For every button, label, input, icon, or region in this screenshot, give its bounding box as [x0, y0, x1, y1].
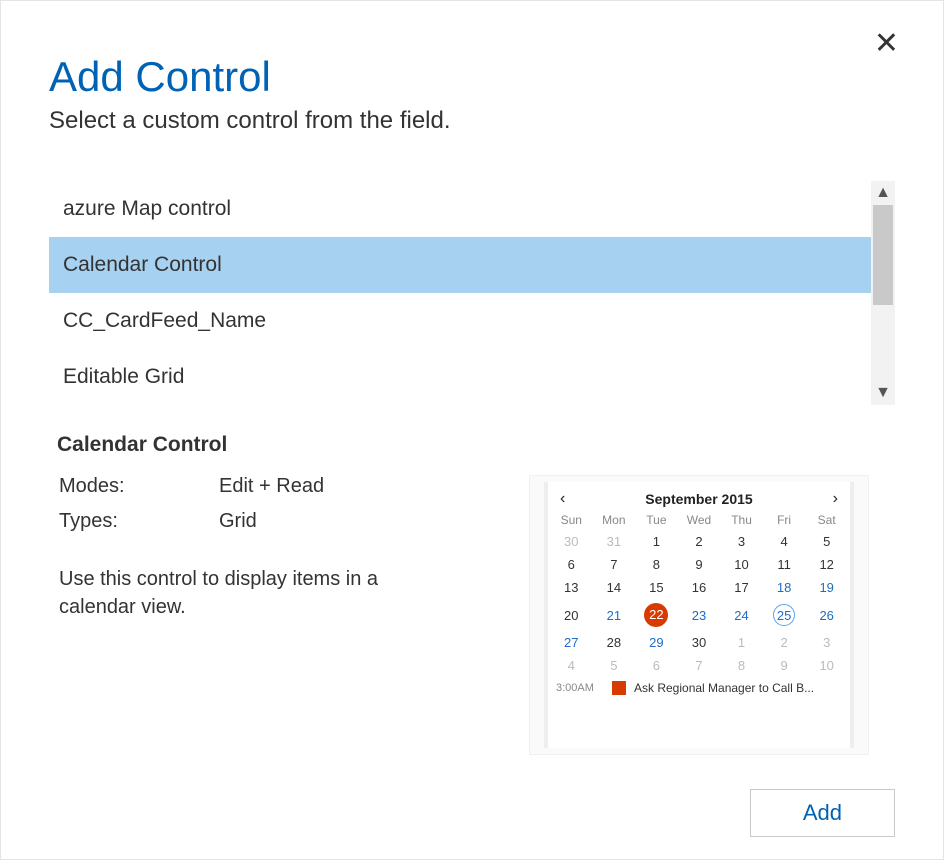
chevron-down-icon: ▼ — [875, 384, 891, 402]
close-icon: ✕ — [874, 27, 899, 60]
calendar-day-cell[interactable]: 6 — [550, 553, 593, 576]
calendar-day-cell[interactable]: 30 — [550, 530, 593, 553]
calendar-day-cell[interactable]: 7 — [678, 654, 721, 677]
calendar-day-cell[interactable]: 3 — [720, 530, 763, 553]
calendar-day-cell[interactable]: 15 — [635, 576, 678, 599]
control-list-items: azure Map controlCalendar ControlCC_Card… — [49, 181, 871, 405]
selected-control-name: Calendar Control — [57, 433, 895, 457]
calendar-day-cell[interactable]: 5 — [805, 530, 848, 553]
calendar-weekday-label: Sun — [550, 510, 593, 530]
calendar-day-cell[interactable]: 2 — [763, 631, 806, 654]
add-button[interactable]: Add — [750, 789, 895, 837]
calendar-month-label: September 2015 — [645, 491, 752, 507]
calendar-day-cell[interactable]: 4 — [550, 654, 593, 677]
calendar-weekday-label: Mon — [593, 510, 636, 530]
calendar-day-cell[interactable]: 1 — [720, 631, 763, 654]
calendar-weekday-label: Fri — [763, 510, 806, 530]
calendar-day-cell[interactable]: 17 — [720, 576, 763, 599]
calendar-day-cell[interactable]: 31 — [593, 530, 636, 553]
calendar-weekday-label: Sat — [805, 510, 848, 530]
calendar-day-cell[interactable]: 27 — [550, 631, 593, 654]
calendar-day-cell[interactable]: 14 — [593, 576, 636, 599]
close-button[interactable]: ✕ — [874, 29, 899, 59]
dialog-subtitle: Select a custom control from the field. — [49, 107, 895, 135]
calendar-day-cell[interactable]: 29 — [635, 631, 678, 654]
calendar-day-cell[interactable]: 8 — [720, 654, 763, 677]
calendar-day-cell[interactable]: 3 — [805, 631, 848, 654]
calendar-day-cell[interactable]: 19 — [805, 576, 848, 599]
dialog-title: Add Control — [49, 53, 895, 101]
detail-text: Modes: Edit + Read Types: Grid Use this … — [49, 475, 489, 755]
calendar-day-cell[interactable]: 5 — [593, 654, 636, 677]
control-list: azure Map controlCalendar ControlCC_Card… — [49, 181, 895, 405]
calendar-day-cell[interactable]: 6 — [635, 654, 678, 677]
calendar-event-row[interactable]: 3:00AM Ask Regional Manager to Call B... — [550, 677, 848, 699]
detail-section: Modes: Edit + Read Types: Grid Use this … — [49, 475, 895, 755]
scroll-up-button[interactable]: ▲ — [871, 181, 895, 205]
calendar-day-cell[interactable]: 24 — [720, 599, 763, 631]
calendar-day-cell[interactable]: 13 — [550, 576, 593, 599]
scroll-track[interactable] — [871, 205, 895, 381]
control-list-item[interactable]: Editable Grid — [49, 349, 871, 405]
dialog-footer: Add — [750, 789, 895, 837]
calendar-day-cell[interactable]: 22 — [635, 599, 678, 631]
calendar: ‹ September 2015 › SunMonTueWedThuFriSat… — [548, 482, 850, 748]
calendar-day-cell[interactable]: 10 — [805, 654, 848, 677]
calendar-preview: ‹ September 2015 › SunMonTueWedThuFriSat… — [529, 475, 869, 755]
calendar-day-cell[interactable]: 10 — [720, 553, 763, 576]
calendar-day-cell[interactable]: 7 — [593, 553, 636, 576]
control-list-item[interactable]: Calendar Control — [49, 237, 871, 293]
event-icon — [612, 681, 626, 695]
chevron-up-icon: ▲ — [875, 184, 891, 202]
detail-description: Use this control to display items in a c… — [59, 565, 419, 621]
event-text: Ask Regional Manager to Call B... — [634, 681, 842, 695]
scroll-down-button[interactable]: ▼ — [871, 381, 895, 405]
calendar-day-cell[interactable]: 12 — [805, 553, 848, 576]
calendar-weekday-label: Wed — [678, 510, 721, 530]
calendar-day-cell[interactable]: 23 — [678, 599, 721, 631]
chevron-right-icon: › — [833, 490, 838, 507]
calendar-day-cell[interactable]: 9 — [763, 654, 806, 677]
calendar-weekday-label: Tue — [635, 510, 678, 530]
calendar-day-cell[interactable]: 18 — [763, 576, 806, 599]
scroll-thumb[interactable] — [873, 205, 893, 305]
meta-modes-label: Modes: — [59, 475, 219, 498]
calendar-day-cell[interactable]: 30 — [678, 631, 721, 654]
calendar-weekday-label: Thu — [720, 510, 763, 530]
calendar-header: ‹ September 2015 › — [550, 486, 848, 510]
calendar-day-cell[interactable]: 28 — [593, 631, 636, 654]
calendar-day-cell[interactable]: 9 — [678, 553, 721, 576]
calendar-day-cell[interactable]: 11 — [763, 553, 806, 576]
control-list-item[interactable]: CC_CardFeed_Name — [49, 293, 871, 349]
calendar-day-cell[interactable]: 1 — [635, 530, 678, 553]
calendar-day-cell[interactable]: 25 — [763, 599, 806, 631]
calendar-day-cell[interactable]: 4 — [763, 530, 806, 553]
meta-modes-row: Modes: Edit + Read — [59, 475, 479, 498]
calendar-day-cell[interactable]: 2 — [678, 530, 721, 553]
calendar-next-button[interactable]: › — [833, 490, 838, 508]
meta-types-label: Types: — [59, 510, 219, 533]
meta-modes-value: Edit + Read — [219, 475, 324, 498]
control-list-item[interactable]: azure Map control — [49, 181, 871, 237]
calendar-day-cell[interactable]: 16 — [678, 576, 721, 599]
calendar-day-cell[interactable]: 20 — [550, 599, 593, 631]
meta-types-row: Types: Grid — [59, 510, 479, 533]
event-time: 3:00AM — [556, 682, 604, 694]
calendar-day-cell[interactable]: 26 — [805, 599, 848, 631]
calendar-grid: SunMonTueWedThuFriSat 303112345678910111… — [550, 510, 848, 677]
add-control-dialog: ✕ Add Control Select a custom control fr… — [0, 0, 944, 860]
calendar-day-cell[interactable]: 21 — [593, 599, 636, 631]
calendar-day-cell[interactable]: 8 — [635, 553, 678, 576]
calendar-today-marker: 22 — [644, 603, 668, 627]
chevron-left-icon: ‹ — [560, 490, 565, 507]
calendar-prev-button[interactable]: ‹ — [560, 490, 565, 508]
calendar-selected-marker: 25 — [773, 604, 795, 626]
list-scrollbar[interactable]: ▲ ▼ — [871, 181, 895, 405]
meta-types-value: Grid — [219, 510, 257, 533]
